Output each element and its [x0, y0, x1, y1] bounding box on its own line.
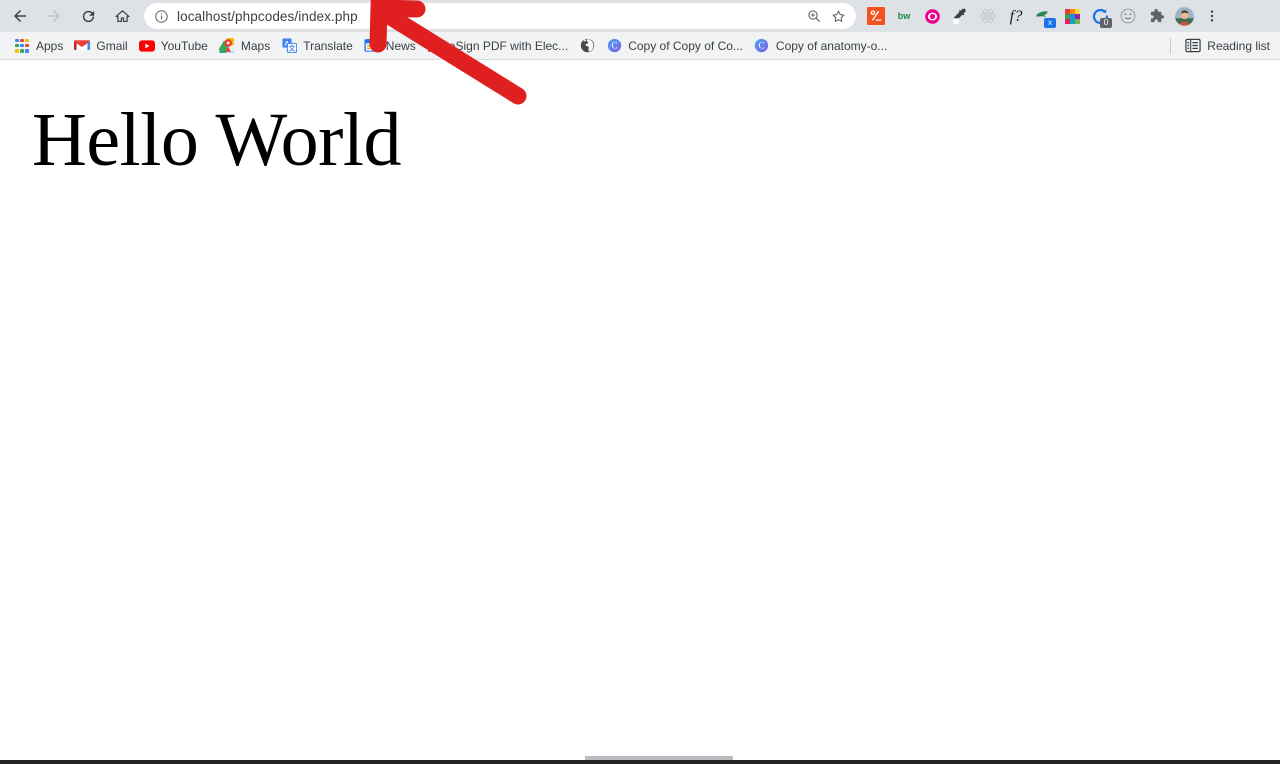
bookmark-label: Maps	[240, 38, 271, 53]
address-bar[interactable]: localhost/phpcodes/index.php	[144, 3, 856, 29]
c-circle-icon: C	[606, 38, 622, 54]
profile-avatar[interactable]	[1170, 2, 1198, 30]
clipboard-count-badge: 0	[1100, 18, 1112, 28]
bookmark-gmail[interactable]: Gmail	[70, 35, 134, 57]
bookmark-label: YouTube	[160, 38, 208, 53]
bookmark-label: Apps	[36, 38, 64, 53]
svg-text:文: 文	[288, 44, 295, 53]
apps-grid-icon	[14, 38, 30, 54]
clipboard-sync-extension-icon[interactable]: 0	[1086, 2, 1114, 30]
smiley-clock-extension-icon[interactable]	[1114, 2, 1142, 30]
c-circle-icon: C	[754, 38, 770, 54]
bookmark-maps[interactable]: Maps	[215, 35, 277, 57]
extensions-strip: bw f? x 0	[862, 0, 1226, 32]
rainbow-grid-extension-icon[interactable]	[1058, 2, 1086, 30]
taskbar-strip	[0, 760, 1280, 764]
magenta-eye-extension-icon[interactable]	[918, 2, 946, 30]
bookmark-label: eSign PDF with Elec...	[448, 38, 569, 53]
react-atom-extension-icon[interactable]	[974, 2, 1002, 30]
forward-button[interactable]	[40, 2, 68, 30]
puzzle-extensions-button[interactable]	[1142, 2, 1170, 30]
browser-window: localhost/phpcodes/index.php bw f? x 0 A…	[0, 0, 1280, 764]
bookmark-copy-of-copy[interactable]: C Copy of Copy of Co...	[602, 35, 750, 57]
bookmark-label: News	[385, 38, 416, 53]
svg-text:C: C	[759, 41, 765, 51]
forward-arrow-icon	[48, 10, 60, 22]
eyedropper-extension-icon[interactable]	[946, 2, 974, 30]
percent-orange-extension-icon[interactable]	[862, 2, 890, 30]
youtube-icon	[138, 38, 155, 54]
bookmark-esign-pdf[interactable]: eSign PDF with Elec...	[423, 35, 575, 57]
bookmark-translate[interactable]: A 文 Translate	[277, 35, 360, 57]
bookmark-label: Gmail	[96, 38, 128, 53]
bookmark-label: Translate	[303, 38, 353, 53]
zoom-magnifier-icon[interactable]	[802, 4, 826, 28]
browser-toolbar: localhost/phpcodes/index.php bw f? x 0	[0, 0, 1280, 32]
reload-icon	[82, 10, 94, 22]
svg-text:bw: bw	[898, 11, 912, 21]
bookmarks-divider	[1170, 37, 1172, 54]
translate-icon: A 文	[281, 38, 297, 54]
bookmark-globe[interactable]	[575, 35, 602, 57]
news-icon	[364, 38, 380, 54]
fonts-ninja-extension-icon[interactable]: f?	[1002, 2, 1030, 30]
bw-extension-icon[interactable]: bw	[890, 2, 918, 30]
page-content: Hello World	[0, 61, 1280, 753]
window-bottom-edge	[0, 754, 1280, 764]
excel-exporter-extension-icon[interactable]: x	[1030, 2, 1058, 30]
reading-list-icon	[1185, 38, 1201, 54]
three-dots-vertical-icon	[1210, 10, 1214, 22]
reload-button[interactable]	[74, 2, 102, 30]
globe-icon	[579, 38, 595, 54]
chrome-menu-button[interactable]	[1198, 2, 1226, 30]
back-button[interactable]	[6, 2, 34, 30]
excel-badge: x	[1044, 18, 1056, 28]
bookmark-star-icon[interactable]	[826, 4, 850, 28]
bookmark-youtube[interactable]: YouTube	[135, 35, 215, 57]
gmail-icon	[74, 38, 91, 54]
svg-text:f?: f?	[1010, 6, 1023, 25]
bookmarks-bar: Apps Gmail YouTube Maps A 文 Translate Ne…	[0, 32, 1280, 60]
bookmark-copy-of-anatomy[interactable]: C Copy of anatomy-o...	[750, 35, 894, 57]
maps-pin-icon	[219, 38, 235, 54]
rainbow-square-icon	[427, 38, 443, 54]
home-icon	[115, 9, 129, 22]
reading-list-button[interactable]: Reading list	[1181, 35, 1280, 57]
page-title: Hello World	[32, 98, 402, 182]
rainbow-swatches	[1064, 8, 1080, 24]
address-bar-url[interactable]: localhost/phpcodes/index.php	[177, 9, 802, 24]
bookmark-label: Copy of Copy of Co...	[628, 38, 743, 53]
reading-list-label: Reading list	[1207, 38, 1270, 53]
home-button[interactable]	[108, 2, 136, 30]
bookmark-news[interactable]: News	[360, 35, 423, 57]
back-arrow-icon	[14, 10, 26, 22]
bookmark-apps[interactable]: Apps	[10, 35, 70, 57]
info-circle-icon[interactable]	[152, 7, 170, 25]
svg-text:C: C	[611, 41, 617, 51]
bookmark-label: Copy of anatomy-o...	[775, 38, 888, 53]
